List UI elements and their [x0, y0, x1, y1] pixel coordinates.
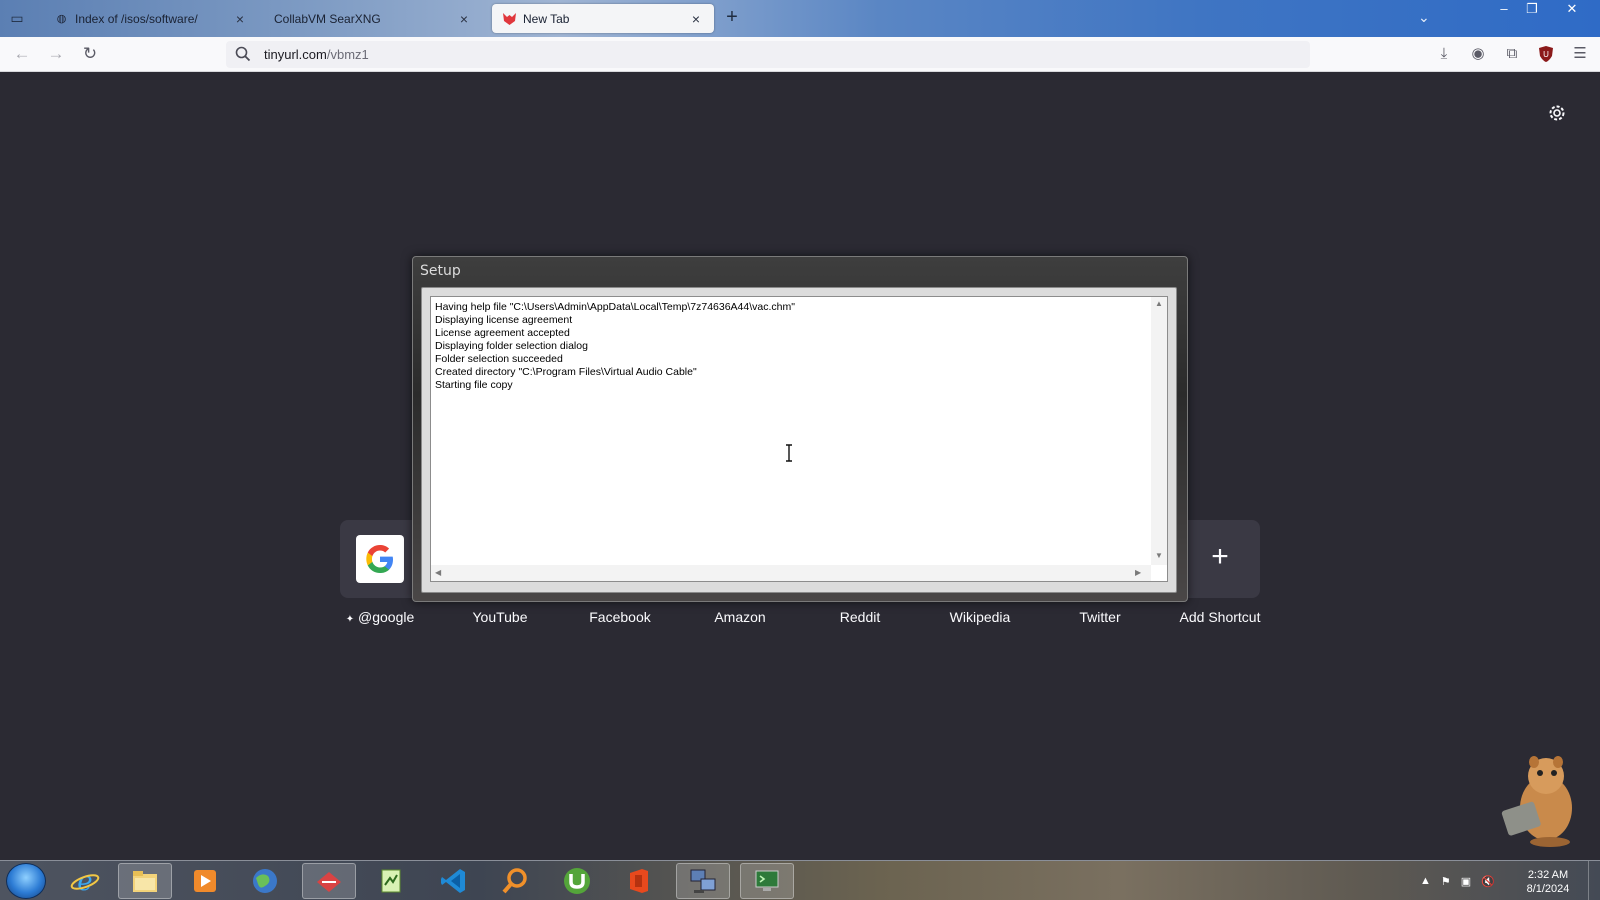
search-icon — [235, 46, 251, 62]
close-icon[interactable]: × — [688, 11, 704, 27]
scroll-down-icon[interactable]: ▼ — [1155, 551, 1163, 560]
hamster-mascot-icon — [1501, 756, 1572, 847]
log-line: Having help file "C:\Users\Admin\AppData… — [435, 301, 795, 313]
svg-text:U: U — [1543, 50, 1549, 59]
globe-icon: ◍ — [56, 13, 67, 25]
magnifier-icon — [502, 868, 527, 894]
setup-log-textbox[interactable]: Having help file "C:\Users\Admin\AppData… — [430, 296, 1168, 582]
url-bar[interactable]: tinyurl.com/vbmz1 — [226, 41, 1310, 68]
navigation-bar: ← → ↻ tinyurl.com/vbmz1 ⤓ ◉ ⧉ U ☰ — [0, 37, 1600, 72]
close-window-button[interactable]: ✕ — [1556, 0, 1588, 20]
extensions-icon[interactable]: ⧉ — [1500, 43, 1524, 65]
folder-icon — [133, 871, 157, 892]
shortcut-label-facebook[interactable]: Facebook — [560, 609, 680, 625]
text-cursor-icon — [786, 444, 792, 462]
internet-explorer-icon: e — [70, 867, 100, 896]
shortcut-label-amazon[interactable]: Amazon — [680, 609, 800, 625]
network-icon[interactable]: ▣ — [1461, 875, 1471, 888]
chevron-down-icon[interactable]: ⌄ — [1418, 9, 1430, 26]
start-button[interactable] — [6, 863, 46, 899]
taskbar-office[interactable] — [612, 863, 666, 899]
log-line: Displaying license agreement — [435, 314, 573, 326]
system-tray: ▲ ⚑ ▣ 🔇 — [1420, 867, 1495, 895]
show-desktop-button[interactable] — [1588, 861, 1600, 900]
tab-strip: ▭ ◍ Index of /isos/software/ × CollabVM … — [0, 0, 1600, 37]
shortcut-label-add[interactable]: Add Shortcut — [1160, 609, 1280, 625]
log-line: Created directory "C:\Program Files\Virt… — [435, 366, 697, 378]
minimize-button[interactable]: – — [1490, 0, 1518, 20]
pin-icon: ✦ — [345, 614, 355, 625]
horizontal-scrollbar[interactable]: ◀ ▶ — [431, 565, 1151, 581]
log-line: Starting file copy — [435, 379, 513, 391]
log-line: License agreement accepted — [435, 327, 570, 339]
close-icon[interactable]: × — [456, 11, 472, 27]
shortcut-label-youtube[interactable]: YouTube — [440, 609, 560, 625]
utorrent-icon — [564, 868, 590, 894]
taskbar-internet-explorer[interactable]: e — [58, 863, 112, 899]
taskbar-vscode[interactable] — [426, 863, 480, 899]
google-icon — [356, 535, 404, 583]
log-line: Displaying folder selection dialog — [435, 340, 588, 352]
scroll-right-icon[interactable]: ▶ — [1135, 568, 1141, 577]
tab-collabvm-searxng[interactable]: CollabVM SearXNG × — [264, 4, 482, 33]
taskbar-notepad-plus[interactable] — [364, 863, 418, 899]
dialog-title: Setup — [420, 263, 461, 279]
new-tab-button[interactable]: + — [722, 7, 742, 28]
show-hidden-icons-icon[interactable]: ▲ — [1420, 875, 1431, 887]
media-player-icon — [194, 870, 216, 892]
clock-date: 8/1/2024 — [1526, 883, 1570, 895]
feather-icon — [317, 872, 341, 892]
taskbar-file-explorer[interactable] — [118, 863, 172, 899]
forward-button[interactable]: → — [44, 43, 68, 65]
vertical-scrollbar[interactable]: ▲ ▼ — [1151, 297, 1167, 565]
monitor-icon — [755, 870, 779, 891]
clock-time: 2:32 AM — [1527, 869, 1569, 881]
taskbar-media-player[interactable] — [178, 863, 232, 899]
windows-taskbar: e ▲ ⚑ ▣ 🔇 2:32 AM 8/1/2024 — [0, 860, 1600, 900]
log-line: Folder selection succeeded — [435, 353, 563, 365]
taskbar-lightshot[interactable] — [302, 863, 356, 899]
firefox-view-button[interactable]: ▭ — [8, 10, 26, 26]
svg-text:e: e — [77, 867, 92, 896]
tab-title: New Tab — [523, 11, 570, 26]
plus-icon: + — [1211, 540, 1229, 573]
taskbar-network-app[interactable] — [676, 863, 730, 899]
office-icon — [630, 869, 648, 893]
dialog-body: Having help file "C:\Users\Admin\AppData… — [421, 287, 1177, 593]
taskbar-clock[interactable]: 2:32 AM 8/1/2024 — [1518, 868, 1578, 896]
vscode-icon — [441, 869, 465, 893]
back-button[interactable]: ← — [10, 43, 34, 65]
librewolf-icon — [502, 11, 517, 26]
menu-icon[interactable]: ☰ — [1568, 43, 1592, 65]
notepad-icon — [381, 869, 401, 893]
shortcut-label-twitter[interactable]: Twitter — [1040, 609, 1160, 625]
globe-icon — [253, 869, 277, 893]
download-icon[interactable]: ⤓ — [1432, 43, 1456, 65]
scroll-left-icon[interactable]: ◀ — [435, 568, 441, 577]
taskbar-search-tool[interactable] — [488, 863, 542, 899]
taskbar-utorrent[interactable] — [550, 863, 604, 899]
log-lines: Having help file "C:\Users\Admin\AppData… — [435, 301, 1145, 392]
volume-muted-icon[interactable]: 🔇 — [1481, 875, 1495, 888]
scroll-up-icon[interactable]: ▲ — [1155, 299, 1163, 308]
tab-new-tab[interactable]: New Tab × — [492, 4, 714, 33]
shortcut-label-google[interactable]: ✦ @google — [320, 609, 440, 625]
close-icon[interactable]: × — [232, 11, 248, 27]
taskbar-terminal-app[interactable] — [740, 863, 794, 899]
url-text: tinyurl.com/vbmz1 — [264, 47, 369, 62]
restore-button[interactable]: ❐ — [1518, 0, 1546, 20]
tab-title: CollabVM SearXNG — [274, 11, 381, 26]
shortcut-label-wikipedia[interactable]: Wikipedia — [920, 609, 1040, 625]
account-icon[interactable]: ◉ — [1466, 43, 1490, 65]
tab-title: Index of /isos/software/ — [75, 11, 198, 26]
reload-button[interactable]: ↻ — [78, 43, 102, 65]
taskbar-browser[interactable] — [238, 863, 292, 899]
tab-index-isos[interactable]: ◍ Index of /isos/software/ × — [44, 4, 258, 33]
shortcut-label-reddit[interactable]: Reddit — [800, 609, 920, 625]
ublock-shield-icon[interactable]: U — [1534, 43, 1558, 65]
gear-icon[interactable] — [1547, 103, 1567, 123]
setup-dialog: Setup Having help file "C:\Users\Admin\A… — [412, 256, 1188, 602]
computers-icon — [690, 869, 716, 893]
action-center-flag-icon[interactable]: ⚑ — [1441, 875, 1451, 888]
